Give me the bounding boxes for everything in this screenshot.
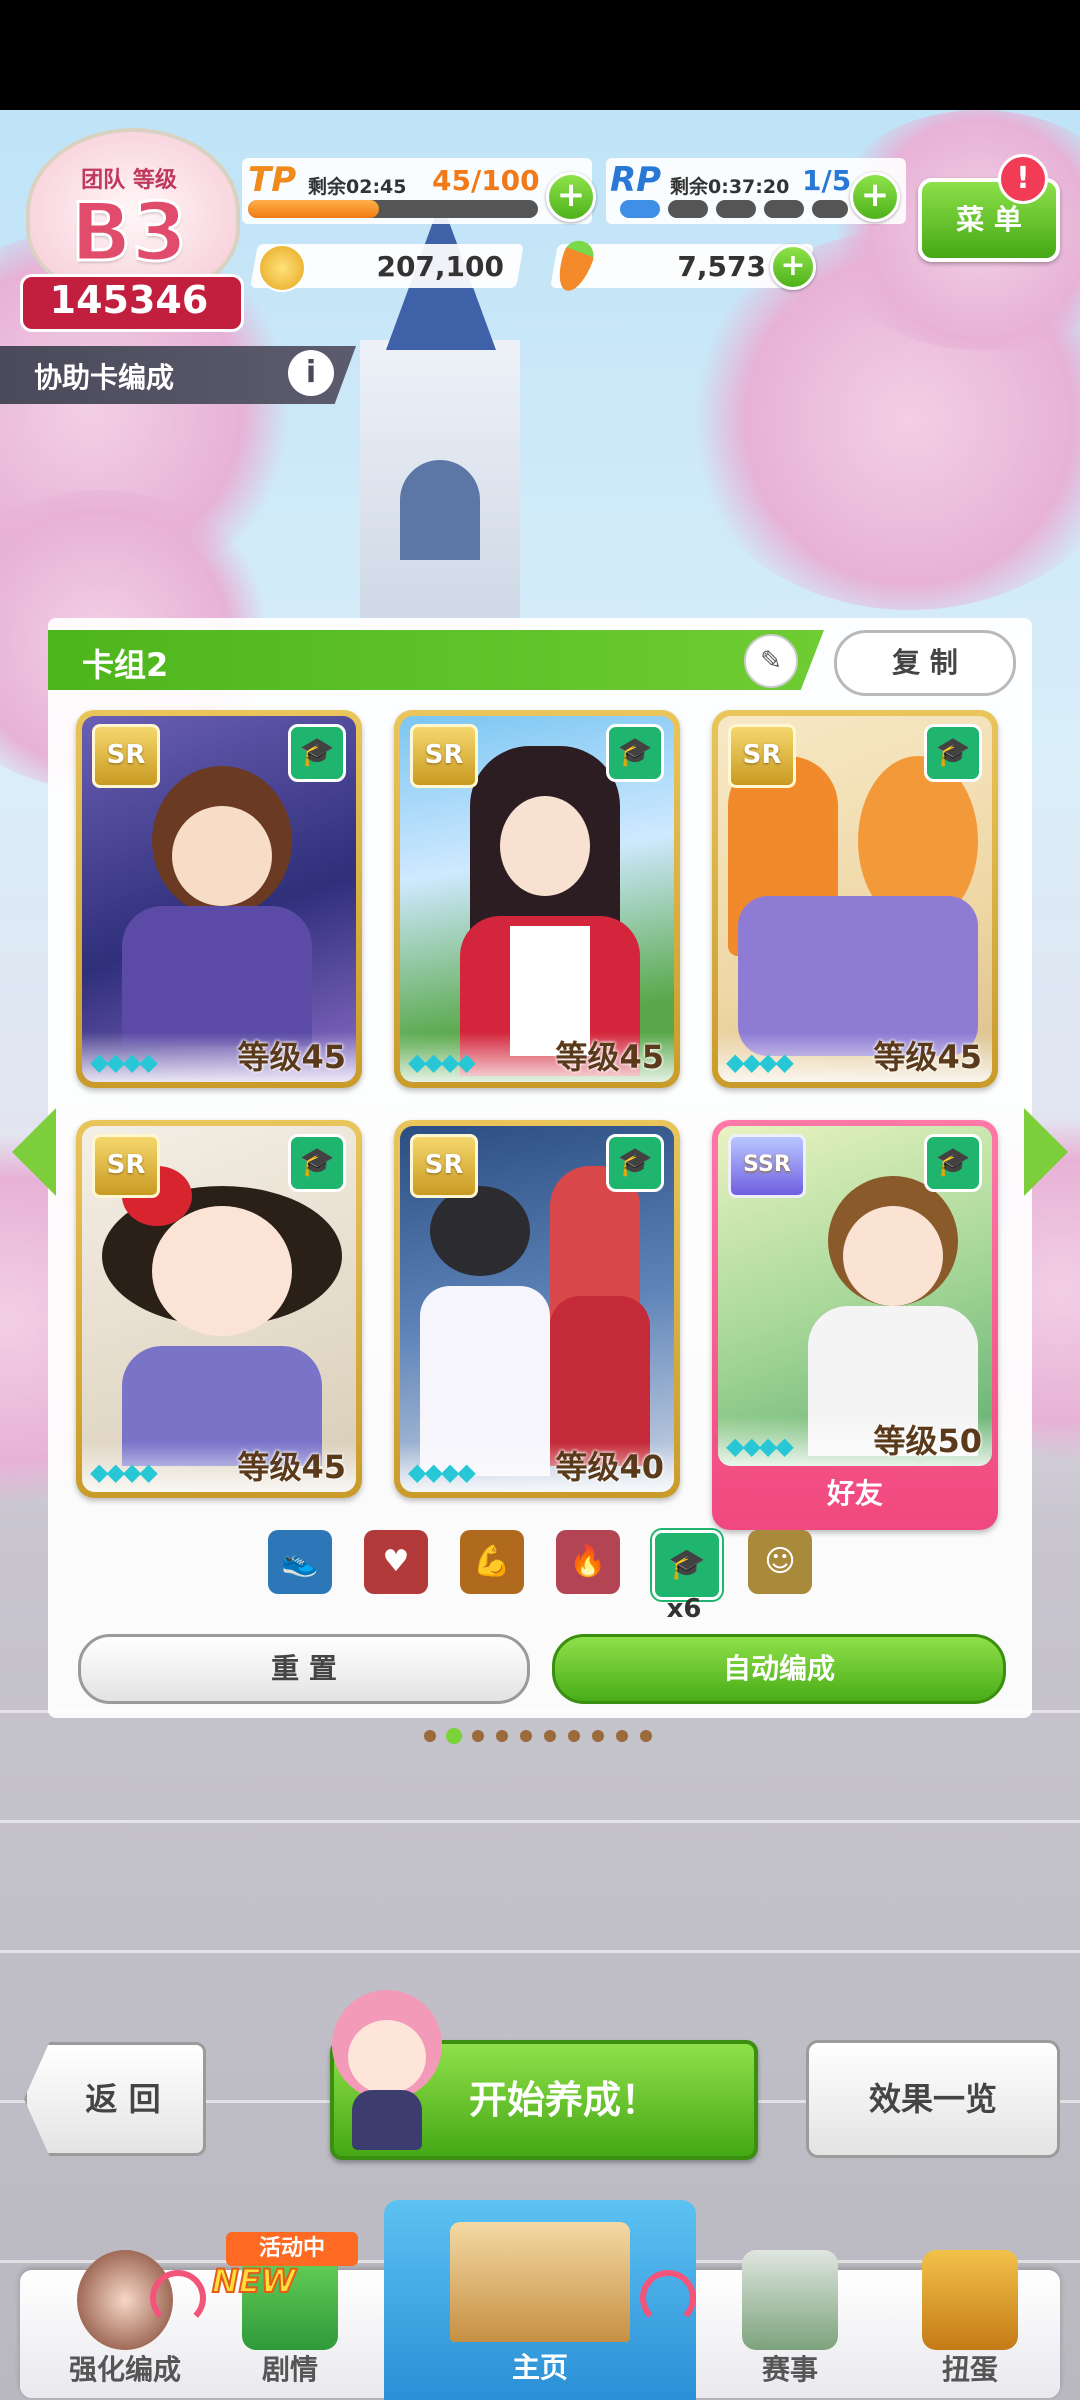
nav-tab-label: 赛事 bbox=[761, 2353, 818, 2386]
limit-break-gems: ◆◆◆◆ bbox=[408, 1048, 476, 1076]
nav-tab-label: 强化编成 bbox=[68, 2353, 181, 2386]
limit-break-gems: ◆◆◆◆ bbox=[726, 1048, 794, 1076]
wisdom-type-icon: 🎓 bbox=[288, 1134, 346, 1192]
friend-filter-icon[interactable]: ☺ bbox=[748, 1530, 812, 1594]
carrot-value: 7,573 bbox=[677, 250, 766, 283]
speed-filter-icon[interactable]: 👟 bbox=[268, 1530, 332, 1594]
menu-alert-icon: ! bbox=[998, 154, 1048, 204]
wisdom-type-icon: 🎓 bbox=[606, 1134, 664, 1192]
support-card-6-friend[interactable]: SSR 🎓 ◆◆◆◆ 等级50 好友 bbox=[712, 1120, 998, 1530]
mascot-character bbox=[312, 1980, 462, 2160]
card-level: 等级45 bbox=[237, 1448, 346, 1486]
team-score: 145346 bbox=[49, 278, 209, 322]
nav-tab-label: 主页 bbox=[511, 2351, 568, 2384]
limit-break-gems: ◆◆◆◆ bbox=[90, 1048, 158, 1076]
card-rarity: SR bbox=[92, 724, 160, 788]
rp-label: RP bbox=[610, 160, 662, 200]
auto-compose-button[interactable]: 自动编成 bbox=[552, 1634, 1006, 1704]
nav-tab-story[interactable]: 活动中 NEW 剧情 bbox=[200, 2232, 380, 2400]
effects-list-button[interactable]: 效果一览 bbox=[806, 2040, 1060, 2158]
carrot-add-button[interactable]: + bbox=[770, 244, 816, 290]
card-level: 等级45 bbox=[555, 1038, 664, 1076]
wisdom-type-icon: 🎓 bbox=[924, 1134, 982, 1192]
tp-label: TP bbox=[248, 160, 297, 200]
team-rank-value: B3 bbox=[69, 185, 189, 281]
support-card-4[interactable]: SR 🎓 ◆◆◆◆ 等级45 bbox=[76, 1120, 362, 1498]
effects-list-label: 效果一览 bbox=[868, 2080, 997, 2118]
status-bar bbox=[0, 0, 1080, 110]
limit-break-gems: ◆◆◆◆ bbox=[408, 1458, 476, 1486]
card-level: 等级45 bbox=[237, 1038, 346, 1076]
bottom-nav: 强化编成 活动中 NEW 剧情 主页 赛事 扭蛋 bbox=[0, 2200, 1080, 2400]
nav-tab-race[interactable]: 赛事 bbox=[700, 2232, 880, 2400]
stamina-filter-icon[interactable]: ♥ bbox=[364, 1530, 428, 1594]
limit-break-gems: ◆◆◆◆ bbox=[90, 1458, 158, 1486]
support-card-1[interactable]: SR 🎓 ◆◆◆◆ 等级45 bbox=[76, 710, 362, 1088]
reset-button[interactable]: 重 置 bbox=[78, 1634, 530, 1704]
nav-tab-label: 扭蛋 bbox=[941, 2353, 998, 2386]
rp-timer: 剩余0:37:20 bbox=[670, 176, 790, 198]
coin-icon bbox=[258, 244, 306, 292]
back-button-label: 返 回 bbox=[85, 2080, 161, 2118]
previous-deck-arrow-icon[interactable] bbox=[12, 1108, 56, 1196]
tp-value: 45/100 bbox=[432, 164, 540, 197]
card-rarity: SSR bbox=[728, 1134, 806, 1198]
rp-value: 1/5 bbox=[802, 164, 852, 197]
rp-add-button[interactable]: + bbox=[850, 172, 900, 222]
edit-deck-name-button[interactable]: ✎ bbox=[744, 634, 798, 688]
wisdom-type-icon: 🎓 bbox=[924, 724, 982, 782]
deck-page-indicator bbox=[424, 1728, 664, 1744]
wisdom-type-icon: 🎓 bbox=[288, 724, 346, 782]
nav-tab-gacha[interactable]: 扭蛋 bbox=[880, 2232, 1060, 2400]
rp-panel: RP 剩余0:37:20 1/5 + bbox=[606, 158, 906, 224]
new-badge: NEW bbox=[211, 2261, 297, 2301]
wisdom-count: x6 bbox=[666, 1594, 702, 1624]
deck-name: 卡组2 bbox=[82, 646, 169, 684]
nav-tab-label: 剧情 bbox=[261, 2353, 318, 2386]
friend-tag: 好友 bbox=[826, 1477, 883, 1510]
card-level: 等级45 bbox=[873, 1038, 982, 1076]
tp-timer: 剩余02:45 bbox=[308, 176, 407, 198]
card-rarity: SR bbox=[410, 1134, 478, 1198]
copy-deck-button[interactable]: 复 制 bbox=[834, 630, 1016, 696]
support-card-3[interactable]: SR 🎓 ◆◆◆◆ 等级45 bbox=[712, 710, 998, 1088]
limit-break-gems: ◆◆◆◆ bbox=[726, 1432, 794, 1460]
tp-gauge bbox=[248, 200, 538, 218]
card-rarity: SR bbox=[728, 724, 796, 788]
guts-filter-icon[interactable]: 🔥 bbox=[556, 1530, 620, 1594]
team-rank-badge[interactable]: 团队 等级 B3 145346 bbox=[18, 128, 244, 332]
coin-value: 207,100 bbox=[376, 250, 504, 283]
next-deck-arrow-icon[interactable] bbox=[1024, 1108, 1068, 1196]
refresh-icon bbox=[150, 2270, 206, 2326]
deck-panel: 卡组2 ✎ 复 制 SR 🎓 ◆◆◆◆ 等级45 SR 🎓 ◆◆◆◆ 等级45 bbox=[48, 618, 1032, 1718]
support-card-5[interactable]: SR 🎓 ◆◆◆◆ 等级40 bbox=[394, 1120, 680, 1498]
section-title: 协助卡编成 bbox=[34, 361, 175, 394]
race-gate-icon bbox=[742, 2250, 838, 2350]
card-rarity: SR bbox=[92, 1134, 160, 1198]
back-button[interactable]: 返 回 bbox=[24, 2042, 206, 2156]
rp-gauge bbox=[620, 200, 850, 220]
info-icon[interactable]: i bbox=[288, 350, 334, 396]
card-level: 等级40 bbox=[555, 1448, 664, 1486]
home-building-icon bbox=[450, 2222, 630, 2342]
support-card-2[interactable]: SR 🎓 ◆◆◆◆ 等级45 bbox=[394, 710, 680, 1088]
wisdom-type-icon: 🎓 bbox=[606, 724, 664, 782]
gacha-door-icon bbox=[922, 2250, 1018, 2350]
wisdom-filter-icon[interactable]: 🎓 bbox=[652, 1530, 722, 1600]
tp-panel: TP 剩余02:45 45/100 + bbox=[242, 158, 596, 224]
power-filter-icon[interactable]: 💪 bbox=[460, 1530, 524, 1594]
card-level: 等级50 bbox=[873, 1422, 982, 1460]
refresh-icon bbox=[640, 2270, 696, 2326]
event-badge: 活动中 bbox=[226, 2232, 358, 2266]
card-rarity: SR bbox=[410, 724, 478, 788]
tp-add-button[interactable]: + bbox=[546, 172, 596, 222]
